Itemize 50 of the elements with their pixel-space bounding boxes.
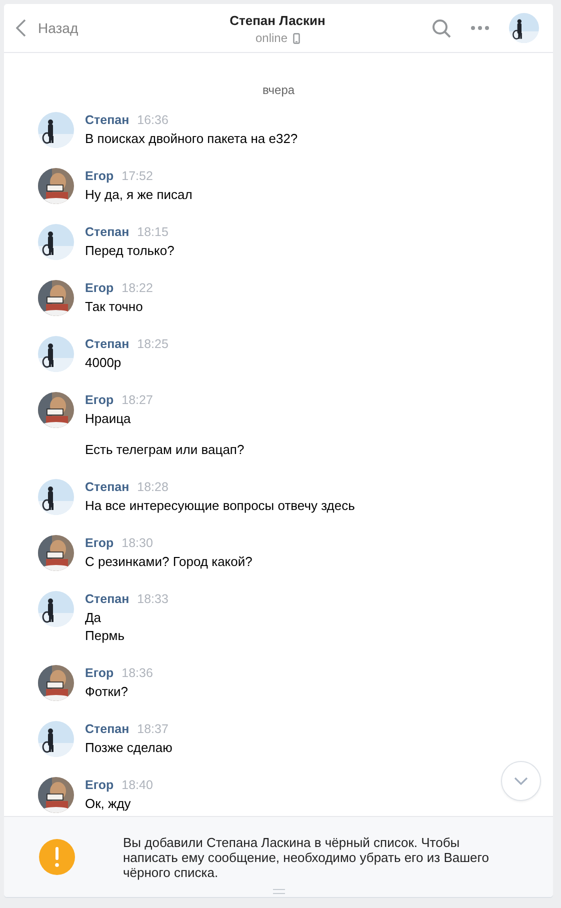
back-button[interactable]: Назад — [16, 19, 156, 37]
author-name[interactable]: Степан — [85, 722, 130, 736]
author-name[interactable]: Егор — [85, 778, 114, 792]
message-time: 18:22 — [122, 281, 153, 295]
message-text: Так точно — [85, 298, 144, 316]
warning-icon — [39, 839, 75, 875]
author-name[interactable]: Егор — [85, 281, 114, 295]
message-time: 18:27 — [122, 393, 153, 407]
message-time: 18:30 — [122, 536, 153, 550]
message-time: 18:37 — [137, 722, 168, 736]
blocked-notice: Вы добавили Степана Ласкина в чёрный список. Чтобы написать ему сообщение, необходимо убрать его из Вашего чёрного списка. — [123, 834, 490, 880]
author-name[interactable]: Егор — [85, 169, 114, 183]
message-time: 16:36 — [137, 113, 168, 127]
resize-handle-icon[interactable] — [273, 889, 285, 894]
chevron-left-icon — [16, 19, 26, 37]
message-text: Да — [85, 609, 102, 627]
message-time: 18:15 — [137, 225, 168, 239]
contact-name[interactable]: Степан Ласкин — [230, 13, 326, 28]
message-text: Ок, жду — [85, 795, 132, 813]
author-name[interactable]: Степан — [85, 480, 130, 494]
author-name[interactable]: Степан — [85, 113, 130, 127]
message-text: Фотки? — [85, 683, 129, 701]
message-time: 17:52 — [122, 169, 153, 183]
author-name[interactable]: Егор — [85, 536, 114, 550]
message-time: 18:25 — [137, 337, 168, 351]
more-icon[interactable] — [471, 26, 489, 30]
message-text: В поисках двойного пакета на е32? — [85, 130, 298, 148]
message-text: На все интересующие вопросы отвечу здесь — [85, 497, 355, 515]
message-text: Позже сделаю — [85, 739, 172, 757]
author-name[interactable]: Егор — [85, 393, 114, 407]
message-time: 18:28 — [137, 480, 168, 494]
message-time: 18:40 — [122, 778, 153, 792]
message-text: С резинками? Город какой? — [85, 553, 252, 571]
online-status: online — [255, 31, 288, 45]
author-name[interactable]: Степан — [85, 337, 130, 351]
message-text: Перед только? — [85, 242, 174, 260]
phone-icon — [292, 32, 300, 44]
search-icon[interactable] — [432, 18, 451, 38]
message-text: Нраица — [85, 410, 132, 428]
message-time: 18:33 — [137, 592, 168, 606]
author-name[interactable]: Степан — [85, 225, 130, 239]
author-name[interactable]: Егор — [85, 666, 114, 680]
message-text: Есть телеграм или вацап? — [85, 441, 244, 459]
author-name[interactable]: Степан — [85, 592, 130, 606]
message-text: Пермь — [85, 627, 126, 645]
message-time: 18:36 — [122, 666, 153, 680]
chevron-down-icon — [514, 777, 528, 785]
message-text: Ну да, я же писал — [85, 186, 192, 204]
message-text: 4000р — [85, 354, 122, 372]
date-divider: вчера — [261, 83, 296, 97]
